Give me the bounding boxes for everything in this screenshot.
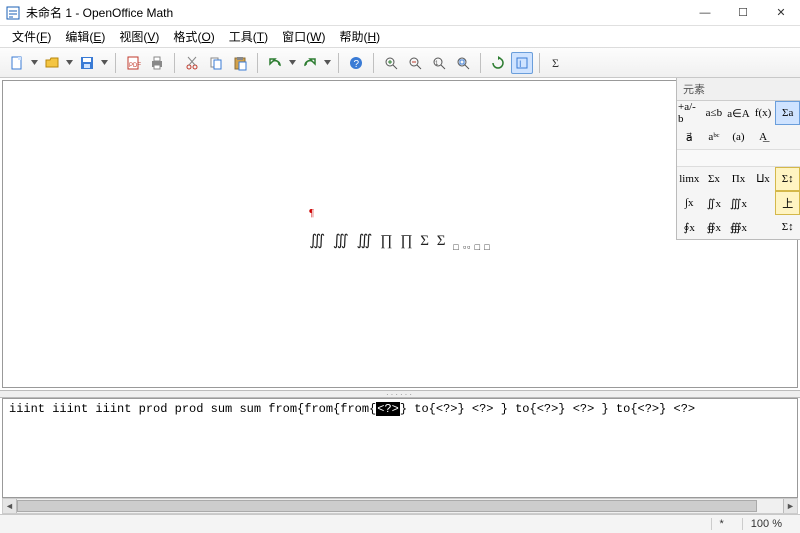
zoom-in-button[interactable] <box>380 52 402 74</box>
op-prod[interactable]: Πx <box>726 167 751 191</box>
op-oiiint[interactable]: ∰x <box>726 215 751 239</box>
refresh-button[interactable] <box>487 52 509 74</box>
op-iiint[interactable]: ∭x <box>726 191 751 215</box>
menubar: 文件(F) 编辑(E) 视图(V) 格式(O) 工具(T) 窗口(W) 帮助(H… <box>0 26 800 48</box>
op-iint[interactable]: ∬x <box>702 191 727 215</box>
window-title: 未命名 1 - OpenOffice Math <box>26 4 173 21</box>
scroll-left-icon[interactable]: ◄ <box>3 499 17 513</box>
cat-relations[interactable]: a≤b <box>702 101 727 125</box>
elements-panel: 元素 +a/-b a≤b a∈A f(x) Σa a⃗ aᵇᶜ (a) A͟ l… <box>676 78 800 240</box>
cat-set[interactable]: a∈A <box>726 101 751 125</box>
status-modified: * <box>711 518 732 530</box>
open-dropdown[interactable] <box>65 59 74 66</box>
cat-brackets[interactable]: (a) <box>726 125 751 149</box>
cat-attributes[interactable]: a⃗ <box>677 125 702 149</box>
op-coprod[interactable]: ⨿x <box>751 167 776 191</box>
new-dropdown[interactable] <box>30 59 39 66</box>
titlebar: 未命名 1 - OpenOffice Math — ☐ ✕ <box>0 0 800 26</box>
save-dropdown[interactable] <box>100 59 109 66</box>
cut-button[interactable] <box>181 52 203 74</box>
code-post: } to{<?>} <?> } to{<?>} <?> } to{<?>} <?… <box>400 402 695 416</box>
elements-sigma-button[interactable]: Σ <box>546 52 568 74</box>
svg-text:I: I <box>519 59 522 69</box>
new-button[interactable] <box>6 52 28 74</box>
statusbar: * 100 % <box>0 514 800 533</box>
command-editor[interactable]: iiint iiint iiint prod prod sum sum from… <box>2 398 798 498</box>
redo-dropdown[interactable] <box>323 59 332 66</box>
minimize-button[interactable]: — <box>686 0 724 26</box>
horizontal-scrollbar[interactable]: ◄ ► <box>2 498 798 514</box>
toolbar: PDF ? 1 I Σ <box>0 48 800 78</box>
undo-button[interactable] <box>264 52 286 74</box>
app-icon <box>6 6 20 20</box>
op-int[interactable]: ∫x <box>677 191 702 215</box>
op-sum[interactable]: Σx <box>702 167 727 191</box>
copy-button[interactable] <box>205 52 227 74</box>
workspace: ¶ ∭ ∭ ∭ ∏ ∏ Σ Σ □ ▫▫ □ □ 元素 +a/-b a≤b a∈… <box>0 78 800 390</box>
print-button[interactable] <box>146 52 168 74</box>
op-blank1 <box>751 191 776 215</box>
open-button[interactable] <box>41 52 63 74</box>
menu-tools[interactable]: 工具(T) <box>223 26 274 47</box>
elements-categories: +a/-b a≤b a∈A f(x) Σa a⃗ aᵇᶜ (a) A͟ limx… <box>677 101 800 239</box>
rendered-formula: ¶ ∭ ∭ ∭ ∏ ∏ Σ Σ □ ▫▫ □ □ <box>309 214 490 250</box>
pane-splitter[interactable]: ······ <box>0 390 800 398</box>
window-controls: — ☐ ✕ <box>686 0 800 26</box>
formula-placeholders: □ ▫▫ □ □ <box>453 242 490 252</box>
zoom-fit-button[interactable] <box>452 52 474 74</box>
formula-cursor-button[interactable]: I <box>511 52 533 74</box>
zoom-out-button[interactable] <box>404 52 426 74</box>
cursor-mark-icon: ¶ <box>309 208 316 219</box>
paste-button[interactable] <box>229 52 251 74</box>
cat-functions[interactable]: f(x) <box>751 101 776 125</box>
op-tooltip: 上 <box>775 191 800 215</box>
code-pre: iiint iiint iiint prod prod sum sum from… <box>9 402 376 416</box>
undo-dropdown[interactable] <box>288 59 297 66</box>
menu-format[interactable]: 格式(O) <box>167 26 220 47</box>
svg-text:PDF: PDF <box>129 63 141 69</box>
close-button[interactable]: ✕ <box>762 0 800 26</box>
scroll-thumb[interactable] <box>17 500 757 512</box>
cat-formats[interactable]: A͟ <box>751 125 776 149</box>
maximize-button[interactable]: ☐ <box>724 0 762 26</box>
menu-help[interactable]: 帮助(H) <box>333 26 386 47</box>
scroll-right-icon[interactable]: ► <box>783 499 797 513</box>
op-lim[interactable]: limx <box>677 167 702 191</box>
op-sum-fromto2[interactable]: Σ↕ <box>775 215 800 239</box>
menu-edit[interactable]: 编辑(E) <box>59 26 111 47</box>
redo-button[interactable] <box>299 52 321 74</box>
cat-empty <box>775 125 800 149</box>
elements-title: 元素 <box>677 78 800 101</box>
help-button[interactable]: ? <box>345 52 367 74</box>
status-zoom: 100 % <box>742 518 790 530</box>
export-pdf-button[interactable]: PDF <box>122 52 144 74</box>
svg-text:Σ: Σ <box>552 56 559 70</box>
op-sum-fromto[interactable]: Σ↕ <box>775 167 800 191</box>
cat-unary[interactable]: +a/-b <box>677 101 702 125</box>
op-blank2 <box>751 215 776 239</box>
save-button[interactable] <box>76 52 98 74</box>
cat-operators[interactable]: Σa <box>775 101 800 125</box>
menu-file[interactable]: 文件(F) <box>6 26 57 47</box>
cat-others[interactable]: aᵇᶜ <box>702 125 727 149</box>
zoom-100-button[interactable]: 1 <box>428 52 450 74</box>
formula-symbols: ∭ ∭ ∭ ∏ ∏ Σ Σ <box>309 233 447 249</box>
menu-view[interactable]: 视图(V) <box>113 26 165 47</box>
code-selection: <?> <box>376 402 400 416</box>
svg-text:?: ? <box>354 59 360 70</box>
op-oint[interactable]: ∮x <box>677 215 702 239</box>
menu-window[interactable]: 窗口(W) <box>276 26 331 47</box>
op-oiint[interactable]: ∯x <box>702 215 727 239</box>
elements-divider <box>677 149 800 167</box>
